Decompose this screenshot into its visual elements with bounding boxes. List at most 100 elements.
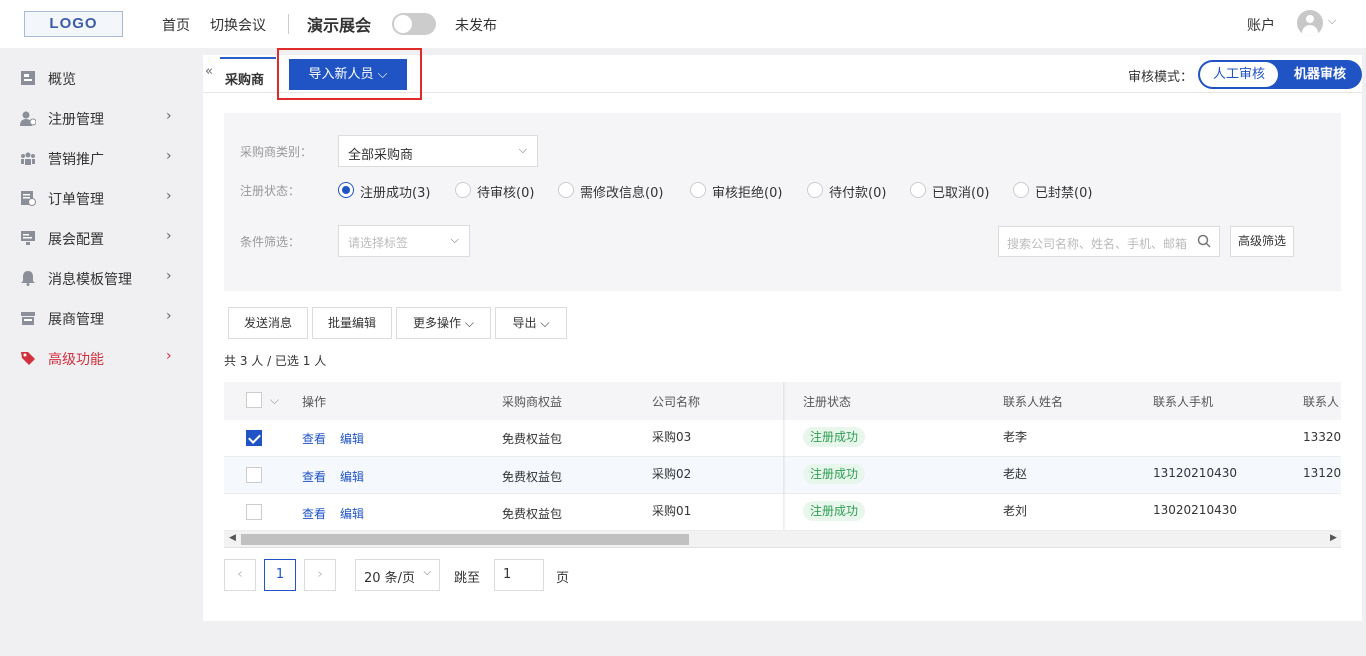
- contact-extra-cell: 131202: [1303, 466, 1341, 480]
- tab-buyers[interactable]: 采购商: [220, 57, 276, 93]
- review-mode-label: 审核模式：: [1128, 70, 1194, 85]
- import-new-people-button[interactable]: 导入新人员 ⌵: [289, 59, 407, 90]
- chevron-down-icon[interactable]: ⌵: [270, 393, 279, 408]
- search-icon[interactable]: [1197, 234, 1211, 248]
- company-cell: 采购03: [652, 430, 692, 444]
- batch-edit-button[interactable]: 批量编辑: [312, 307, 392, 339]
- review-option-machine[interactable]: 机器审核: [1280, 62, 1360, 87]
- nav-home-link[interactable]: 首页: [162, 15, 190, 35]
- chevron-right-icon: ›: [166, 348, 172, 364]
- chevron-right-icon: ›: [166, 228, 172, 244]
- button-label: 更多操作: [413, 316, 462, 330]
- account-link[interactable]: 账户: [1247, 15, 1275, 35]
- jump-page-input[interactable]: 1: [494, 559, 544, 591]
- sidebar-item-label: 消息模板管理: [48, 272, 132, 288]
- sidebar-item-overview[interactable]: 概览: [0, 58, 200, 98]
- sidebar-item-advanced[interactable]: 高级功能 ›: [0, 338, 200, 378]
- top-header: LOGO 首页 切换会议 演示展会 未发布 账户 ⌵: [0, 0, 1366, 48]
- chevron-down-icon: ⌵: [464, 316, 474, 330]
- sidebar-item-label: 高级功能: [48, 352, 104, 368]
- contact-phone-cell: 13020210430: [1153, 503, 1237, 517]
- sidebar-item-orders[interactable]: 订单管理 ›: [0, 178, 200, 218]
- search-placeholder: 搜索公司名称、姓名、手机、邮箱: [1007, 237, 1188, 251]
- contact-phone-cell: 13120210430: [1153, 466, 1237, 480]
- chevron-down-icon: ⌵: [423, 567, 431, 578]
- view-link[interactable]: 查看: [302, 468, 326, 485]
- next-page-button[interactable]: ›: [304, 559, 336, 591]
- status-label: 注册状态：: [240, 184, 301, 198]
- edit-link[interactable]: 编辑: [340, 505, 364, 522]
- sidebar-item-label: 展会配置: [48, 232, 104, 248]
- scrollbar-thumb[interactable]: [241, 534, 689, 545]
- row-checkbox[interactable]: [246, 504, 262, 520]
- sidebar-item-registration[interactable]: 注册管理 ›: [0, 98, 200, 138]
- view-link[interactable]: 查看: [302, 505, 326, 522]
- page-size-value: 20 条/页: [364, 571, 416, 586]
- view-link[interactable]: 查看: [302, 430, 326, 447]
- review-option-manual[interactable]: 人工审核: [1200, 62, 1278, 87]
- export-button[interactable]: 导出 ⌵: [495, 307, 567, 339]
- store-icon: [21, 312, 35, 325]
- nav-switch-meeting-link[interactable]: 切换会议: [210, 15, 266, 35]
- sidebar-item-marketing[interactable]: 营销推广 ›: [0, 138, 200, 178]
- jump-label: 跳至: [454, 571, 481, 586]
- company-cell: 采购01: [652, 504, 692, 518]
- sidebar-item-message-templates[interactable]: 消息模板管理 ›: [0, 258, 200, 298]
- sidebar-item-label: 订单管理: [48, 192, 104, 208]
- page-size-select[interactable]: 20 条/页 ⌵: [355, 559, 440, 591]
- fixed-column-shadow: [783, 382, 786, 530]
- tag-select[interactable]: 请选择标签 ⌵: [338, 225, 470, 257]
- import-button-label: 导入新人员: [308, 67, 374, 82]
- sidebar-item-label: 概览: [48, 72, 76, 88]
- benefit-cell: 免费权益包: [502, 470, 563, 484]
- category-value: 全部采购商: [348, 148, 414, 163]
- column-header-benefit: 采购商权益: [502, 395, 563, 409]
- contact-name-cell: 老赵: [1003, 467, 1028, 481]
- status-badge: 注册成功: [803, 501, 866, 521]
- chevron-right-icon: ›: [166, 108, 172, 124]
- publish-status: 未发布: [455, 18, 497, 34]
- search-input[interactable]: 搜索公司名称、姓名、手机、邮箱: [998, 226, 1220, 257]
- toggle-knob: [394, 15, 412, 33]
- condition-label: 条件筛选：: [240, 235, 301, 249]
- avatar-icon[interactable]: [1297, 10, 1323, 36]
- event-title: 演示展会: [307, 16, 372, 35]
- select-all-checkbox[interactable]: [246, 392, 262, 408]
- contact-name-cell: 老刘: [1003, 504, 1028, 518]
- status-badge: 注册成功: [803, 427, 866, 447]
- chevron-down-icon[interactable]: ⌵: [1328, 14, 1336, 28]
- sidebar: 概览 注册管理 › 营销推广 › 订单管理 › 展会配置 › 消息模板管理 › …: [0, 48, 200, 656]
- scroll-right-icon[interactable]: ▶: [1330, 533, 1337, 543]
- edit-link[interactable]: 编辑: [340, 430, 364, 447]
- prev-page-button[interactable]: ‹: [224, 559, 256, 591]
- sidebar-item-label: 展商管理: [48, 312, 104, 328]
- row-checkbox[interactable]: [246, 430, 262, 446]
- publish-toggle[interactable]: [392, 13, 436, 35]
- row-checkbox[interactable]: [246, 467, 262, 483]
- more-operations-button[interactable]: 更多操作 ⌵: [396, 307, 491, 339]
- scroll-left-icon[interactable]: ◀: [229, 533, 236, 543]
- button-label: 导出: [512, 316, 537, 330]
- tab-label: 采购商: [225, 73, 265, 88]
- chevron-down-icon: ⌵: [540, 316, 550, 330]
- sidebar-item-exhibition-config[interactable]: 展会配置 ›: [0, 218, 200, 258]
- chevron-down-icon: ⌵: [518, 143, 527, 156]
- column-header-contact-name: 联系人姓名: [1003, 395, 1064, 409]
- advanced-filter-button[interactable]: 高级筛选: [1230, 226, 1294, 257]
- category-select[interactable]: 全部采购商 ⌵: [338, 135, 538, 167]
- radio-label: 审核拒绝(0): [712, 186, 783, 201]
- category-label: 采购商类别：: [240, 145, 313, 159]
- edit-link[interactable]: 编辑: [340, 468, 364, 485]
- company-cell: 采购02: [652, 467, 692, 481]
- contact-name-cell: 老李: [1003, 430, 1028, 444]
- horizontal-scrollbar[interactable]: ◀ ▶: [224, 531, 1341, 548]
- bell-icon: [21, 271, 35, 286]
- send-message-button[interactable]: 发送消息: [228, 307, 308, 339]
- radio-label: 需修改信息(0): [580, 186, 664, 201]
- users-group-icon: [21, 152, 35, 165]
- page-1-button[interactable]: 1: [264, 559, 296, 591]
- column-header-contact-more: 联系人: [1303, 395, 1340, 409]
- chevron-right-icon: ›: [166, 188, 172, 204]
- sidebar-item-exhibitors[interactable]: 展商管理 ›: [0, 298, 200, 338]
- collapse-sidebar-icon[interactable]: «: [205, 64, 213, 79]
